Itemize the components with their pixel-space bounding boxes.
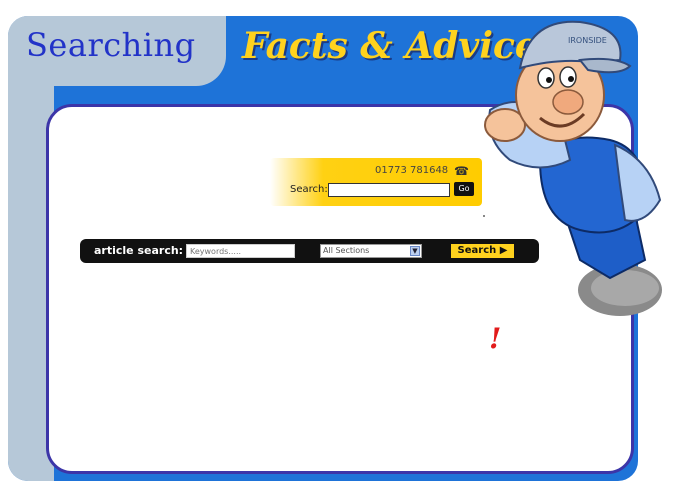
phone-number: 01773 781648 (375, 165, 449, 176)
svg-text:IRONSIDE: IRONSIDE (568, 36, 607, 45)
article-search-label: article search: (94, 244, 184, 257)
keywords-input[interactable] (186, 244, 295, 258)
quick-search-input[interactable] (328, 183, 450, 197)
sections-select-value: All Sections (323, 246, 370, 255)
quick-search-label: Search: (290, 184, 328, 195)
sections-select[interactable]: All Sections ▼ (320, 244, 422, 258)
plumber-mascot-image: IRONSIDE (484, 20, 662, 316)
searching-title: Searching (26, 26, 196, 64)
chevron-down-icon[interactable]: ▼ (410, 246, 420, 256)
telephone-icon: ☎ (454, 164, 469, 178)
exclamation-mark: ! (489, 322, 502, 355)
